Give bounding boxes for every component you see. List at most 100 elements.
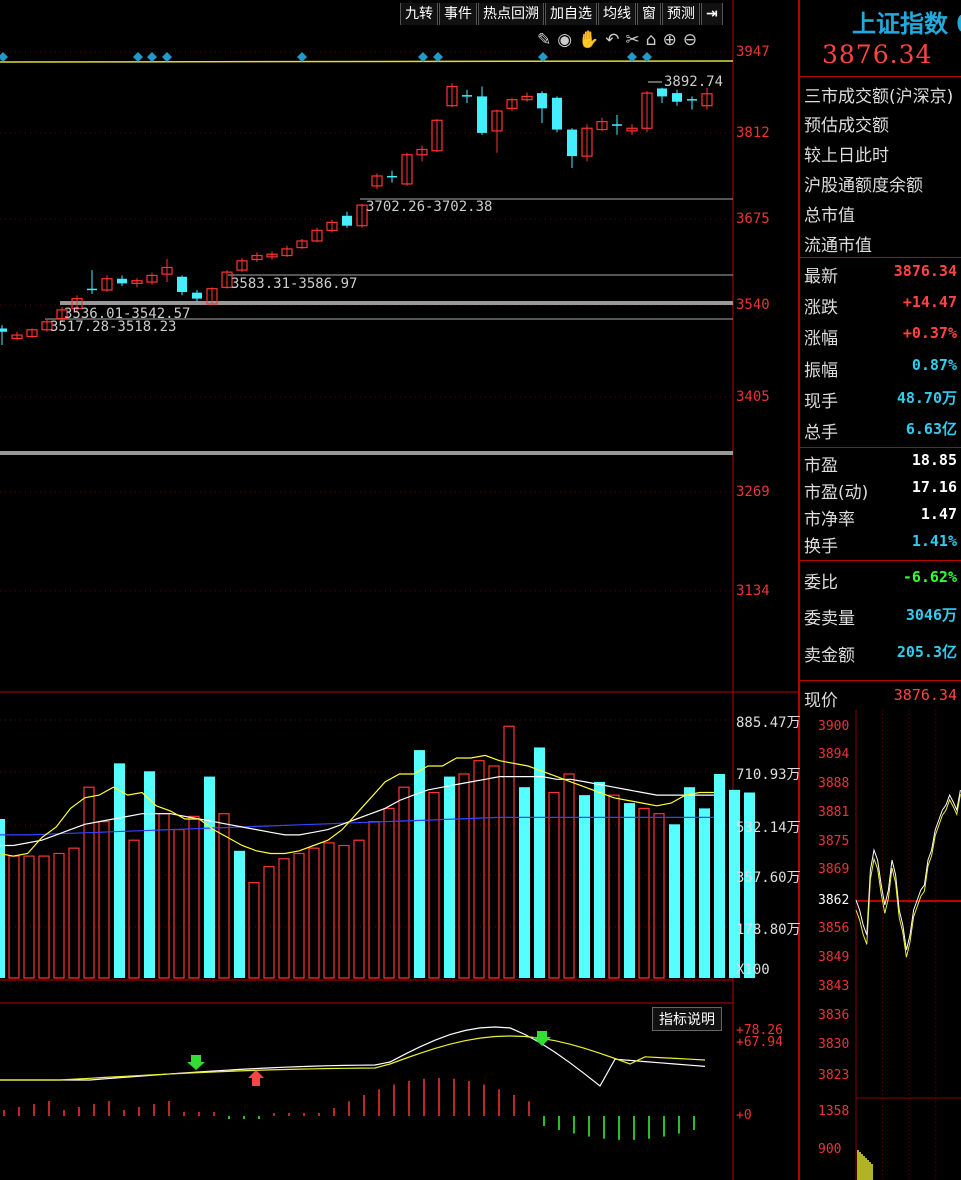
indicator-tick-zero: +0 [736,1108,752,1123]
mini-tick: 3823 [818,1068,850,1083]
volume-bar [204,776,215,978]
candlestick [281,245,293,257]
sell-signal-arrow-icon [533,1031,551,1046]
stat-value: 1.47 [920,505,957,523]
candlestick [311,227,323,243]
stat-value: +14.47 [902,293,957,311]
stat-value: 3876.34 [893,262,957,280]
candlestick [326,219,338,233]
mini-tick: 3856 [818,921,850,936]
stat-label: 最新 [804,267,838,287]
volume-bar [338,844,350,979]
event-marker-icon [147,52,157,62]
volume-bar [414,750,425,978]
volume-bar [594,781,605,978]
kline-chart-area[interactable] [0,0,800,1180]
stat-value: 1.41% [911,532,957,550]
intraday-avg-line [855,794,961,958]
info-turnover-three-markets: 三市成交额(沪深京) [804,87,954,107]
candlestick [161,258,173,283]
candlestick [446,83,458,108]
event-marker-icon [538,52,548,62]
candlestick [641,91,653,133]
stat-value: 48.70万 [896,389,957,407]
mini-tick: 3843 [818,979,850,994]
candlestick [687,96,697,110]
volume-bar [488,765,500,979]
volume-bar [83,786,95,979]
event-marker-icon [418,52,428,62]
volume-bar [519,787,530,978]
mini-tick: 1358 [818,1104,850,1119]
event-marker-icon [162,52,172,62]
volume-bar [114,763,125,978]
event-marker-icon [433,52,443,62]
candlestick [0,325,7,346]
indicator-help-button[interactable]: 指标说明 [652,1007,722,1031]
volume-bar [308,847,320,979]
volume-bar [383,807,395,979]
info-total-market-cap: 总市值 [804,206,855,226]
volume-bar [188,815,200,979]
candlestick [672,89,682,106]
volume-unit: X100 [736,962,770,978]
stat-label: 委卖量 [804,609,855,629]
high-annotation: 3892.74 [664,74,724,90]
price-tick-3134: 3134 [736,583,770,599]
candlestick [552,96,562,133]
volume-bar [699,808,710,978]
volume-bar [608,794,620,979]
candlestick [521,92,533,102]
info-vs-yesterday: 较上日此时 [804,146,889,166]
stat-label: 振幅 [804,361,838,381]
info-northbound-quota: 沪股通额度余额 [804,176,923,196]
price-tick-3947: 3947 [736,44,770,60]
stat-value: 17.16 [911,478,957,496]
candlestick [477,86,487,135]
volume-bar [534,747,545,978]
candlestick [101,275,113,292]
event-marker-icon [133,52,143,62]
stat-label: 市净率 [804,510,855,530]
candlestick [192,290,202,302]
mini-tick: 3875 [818,834,850,849]
volume-bar [218,813,230,979]
volume-bar [638,807,650,979]
candlestick [431,118,443,153]
volume-bar [624,803,635,978]
volume-bar [353,839,365,979]
mini-tick: 3881 [818,805,850,820]
volume-bar [563,773,575,979]
gap-annotation-4: 3517.28-3518.23 [50,319,177,335]
volume-bar [473,760,485,979]
volume-bar [503,725,515,979]
stat-label: 涨幅 [804,329,838,349]
stat-value: 205.3亿 [896,643,957,661]
current-price-value: 3876.34 [893,686,957,704]
volume-bar [684,787,695,978]
volume-bar [398,786,410,979]
mini-tick: 3862 [818,893,850,908]
volume-tick-4: 357.60万 [736,870,801,886]
candlestick [296,238,308,249]
stat-value: 6.63亿 [905,420,957,438]
volume-bar [173,828,185,979]
info-float-market-cap: 流通市值 [804,236,872,256]
candlestick [342,211,352,228]
mini-tick: 3869 [818,862,850,877]
candlestick [131,278,143,288]
price-tick-3675: 3675 [736,211,770,227]
mini-tick: 3888 [818,776,850,791]
price-tick-3812: 3812 [736,125,770,141]
price-tick-3540: 3540 [736,297,770,313]
mini-tick: 3894 [818,747,850,762]
candlestick [266,251,278,260]
volume-bar [444,776,455,978]
candlestick [117,275,127,287]
volume-bar [158,813,170,979]
candlestick [567,128,577,169]
candlestick [371,173,383,190]
price-tick-3405: 3405 [736,389,770,405]
volume-bar [368,821,380,979]
stat-label: 总手 [804,423,838,443]
